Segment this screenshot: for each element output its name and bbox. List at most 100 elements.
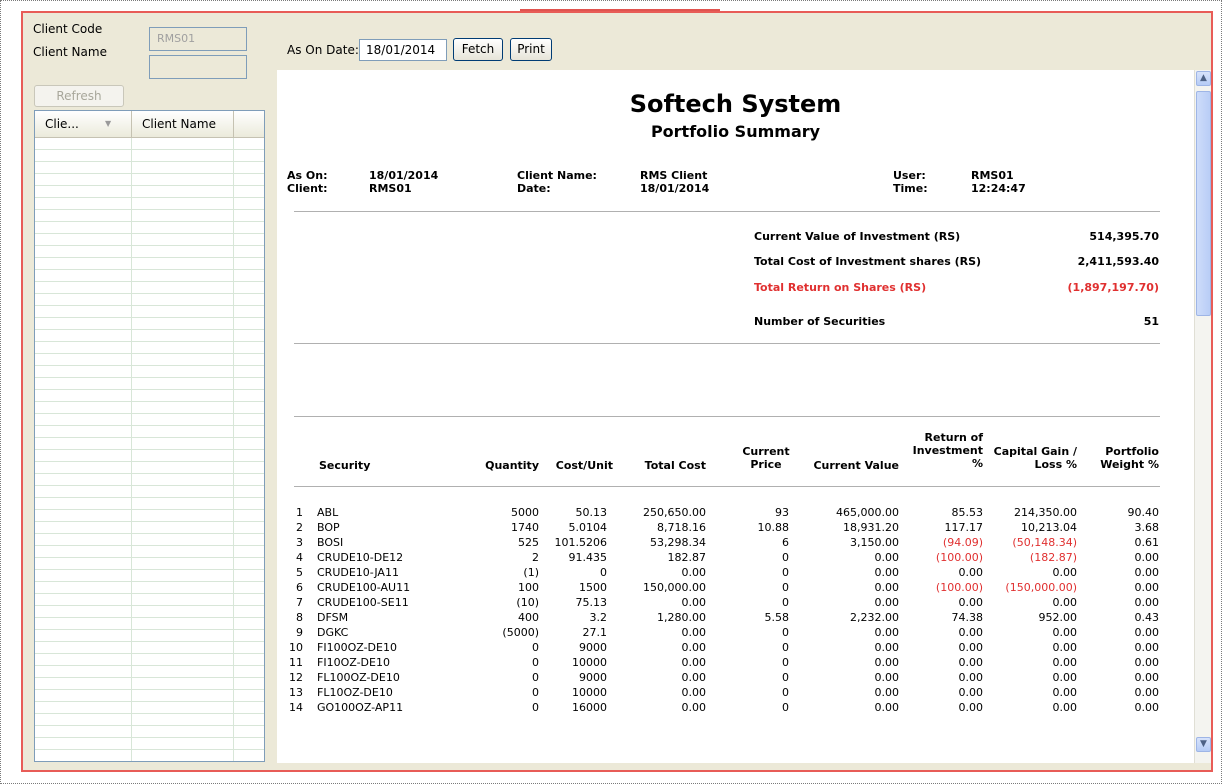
as-on-label: As On: [287,169,328,182]
cell-security: CRUDE10-DE12 [317,551,404,564]
cell-no: 10 [289,641,303,654]
cell-quantity: 100 [518,581,539,594]
refresh-button[interactable]: Refresh [34,85,124,107]
cell-gain: 214,350.00 [1014,506,1077,519]
cell-price: 10.88 [757,521,790,534]
table-row: 12 FL100OZ-DE10 0 9000 0.00 0 0.00 0.00 0.00 0.00 [277,671,1194,686]
cell-gain: 10,213.04 [1021,521,1077,534]
client-value: RMS01 [369,182,412,195]
cell-value: 0.00 [874,551,900,564]
client-code-label: Client Code [33,22,103,36]
date-label: Date: [517,182,551,195]
cell-roi: 0.00 [958,656,984,669]
cell-total-cost: 0.00 [681,566,707,579]
table-row: 11 FI10OZ-DE10 0 10000 0.00 0 0.00 0.00 0.00 0.00 [277,656,1194,671]
fetch-button[interactable]: Fetch [453,38,503,61]
table-row: 6 CRUDE100-AU11 100 1500 150,000.00 0 0.00 (100… [277,581,1194,596]
cell-total-cost: 0.00 [681,596,707,609]
cell-roi: 85.53 [951,506,984,519]
cell-security: DGKC [317,626,349,639]
cell-weight: 0.00 [1134,566,1160,579]
cell-value: 0.00 [874,581,900,594]
cell-security: GO100OZ-AP11 [317,701,404,714]
report-title: Portfolio Summary [650,122,821,141]
cell-security: FL100OZ-DE10 [317,671,400,684]
cell-no: 2 [296,521,303,534]
cell-total-cost: 0.00 [681,626,707,639]
col-quantity: Quantity [485,459,539,472]
cell-weight: 0.00 [1134,686,1160,699]
cell-security: BOP [317,521,340,534]
cell-roi: 0.00 [958,701,984,714]
vertical-scrollbar[interactable]: ▲ ▼ [1194,70,1211,763]
cell-value: 0.00 [874,641,900,654]
cell-quantity: 400 [518,611,539,624]
cell-weight: 0.00 [1134,581,1160,594]
cell-weight: 0.00 [1134,626,1160,639]
cell-price: 93 [775,506,789,519]
grid-column-client-code-label: Clie... [45,117,79,131]
table-row: 14 GO100OZ-AP11 0 16000 0.00 0 0.00 0.00 0.00 0.0… [277,701,1194,716]
table-row: 2 BOP 1740 5.0104 8,718.16 10.88 18,931.20 117.… [277,521,1194,536]
cell-cost-unit: 27.1 [582,626,608,639]
cell-total-cost: 0.00 [681,686,707,699]
cell-no: 12 [289,671,303,684]
cell-value: 2,232.00 [850,611,899,624]
cell-cost-unit: 101.5206 [554,536,608,549]
cell-value: 0.00 [874,656,900,669]
divider [294,211,1160,212]
divider [294,416,1160,417]
cell-total-cost: 8,718.16 [657,521,706,534]
cell-weight: 0.61 [1134,536,1160,549]
table-row: 5 CRUDE10-JA11 (1) 0 0.00 0 0.00 0.00 0.00 0.00 [277,566,1194,581]
scrollbar-thumb[interactable] [1196,91,1211,316]
cell-quantity: 0 [532,701,539,714]
report-client-name-value: RMS Client [640,169,708,182]
cell-total-cost: 150,000.00 [643,581,706,594]
report-company: Softech System [629,90,842,118]
cell-gain: (50,148.34) [1012,536,1077,549]
grid-column-client-name[interactable]: Client Name [132,111,234,137]
cell-weight: 3.68 [1134,521,1160,534]
cell-value: 0.00 [874,671,900,684]
chevron-down-icon[interactable]: ▼ [1196,737,1211,752]
report-client-name-label: Client Name: [517,169,597,182]
table-row: 9 DGKC (5000) 27.1 0.00 0 0.00 0.00 0.00 0.00 [277,626,1194,641]
divider [294,486,1160,487]
cell-total-cost: 1,280.00 [657,611,706,624]
print-button[interactable]: Print [510,38,552,61]
cell-security: DFSM [317,611,349,624]
cell-cost-unit: 50.13 [575,506,608,519]
cell-price: 0 [782,581,789,594]
report-viewer[interactable]: Softech System Portfolio Summary As On: … [277,70,1211,763]
cell-price: 0 [782,626,789,639]
cell-roi: (100.00) [935,551,983,564]
cell-cost-unit: 9000 [579,671,607,684]
cell-value: 18,931.20 [843,521,899,534]
client-grid[interactable]: Clie... ▼ Client Name [34,110,265,762]
cell-weight: 0.00 [1134,641,1160,654]
cell-value: 0.00 [874,566,900,579]
cell-value: 0.00 [874,626,900,639]
cell-security: FI10OZ-DE10 [317,656,390,669]
cell-no: 3 [296,536,303,549]
table-row: 10 FI100OZ-DE10 0 9000 0.00 0 0.00 0.00 0.00 0.00 [277,641,1194,656]
cell-price: 0 [782,686,789,699]
client-code-field[interactable]: RMS01 [149,27,247,51]
cell-security: FI100OZ-DE10 [317,641,397,654]
grid-body[interactable] [35,138,264,761]
cell-weight: 0.00 [1134,551,1160,564]
cell-weight: 0.00 [1134,671,1160,684]
cell-price: 5.58 [764,611,790,624]
cell-gain: 952.00 [1038,611,1078,624]
grid-column-client-code[interactable]: Clie... ▼ [35,111,132,137]
client-name-field[interactable] [149,55,247,79]
cell-gain: 0.00 [1052,596,1078,609]
client-label: Client: [287,182,328,195]
cell-cost-unit: 10000 [572,686,607,699]
table-row: 3 BOSI 525 101.5206 53,298.34 6 3,150.00 (94.09… [277,536,1194,551]
chevron-up-icon[interactable]: ▲ [1196,71,1211,86]
as-on-date-input[interactable]: 18/01/2014 [359,39,447,61]
cell-gain: 0.00 [1052,656,1078,669]
cell-no: 11 [289,656,303,669]
